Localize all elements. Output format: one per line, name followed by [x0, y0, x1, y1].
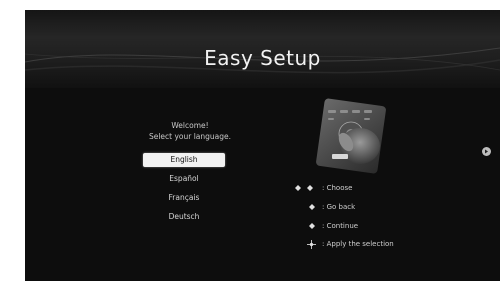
help-back-label: : Go back [322, 203, 356, 211]
language-list: English Español Français Deutsch [143, 153, 225, 229]
welcome-text: Welcome! Select your language. [132, 120, 248, 142]
help-choose: : Choose [295, 183, 435, 193]
welcome-heading: Welcome! [171, 121, 209, 130]
help-continue: : Continue [309, 221, 439, 231]
page-title: Easy Setup [204, 46, 321, 70]
dpad-center-icon [307, 240, 316, 249]
right-arrow-icon [309, 223, 315, 229]
up-down-arrows-icon [295, 185, 313, 191]
help-choose-label: : Choose [322, 184, 353, 192]
language-option-espanol[interactable]: Español [143, 172, 225, 186]
language-option-english[interactable]: English [143, 153, 225, 167]
left-arrow-icon [309, 204, 315, 210]
language-option-francais[interactable]: Français [143, 191, 225, 205]
tv-screen: Easy Setup Welcome! Select your language… [25, 10, 500, 281]
help-apply-label: : Apply the selection [322, 240, 394, 248]
help-back: : Go back [309, 202, 439, 212]
help-apply: : Apply the selection [307, 239, 467, 249]
next-page-icon [485, 149, 488, 154]
help-continue-label: : Continue [322, 222, 359, 230]
remote-hand-illustration [316, 98, 386, 174]
next-page-button[interactable] [482, 147, 491, 156]
welcome-instruction: Select your language. [148, 132, 232, 141]
language-option-deutsch[interactable]: Deutsch [143, 210, 225, 224]
